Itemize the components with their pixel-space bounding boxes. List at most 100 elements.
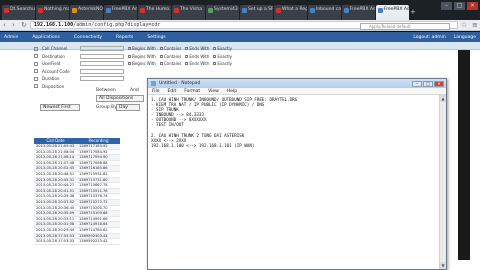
- match-option[interactable]: Ends With: [185, 54, 209, 59]
- match-option[interactable]: Contains: [159, 61, 181, 66]
- nav-language[interactable]: Language: [454, 35, 476, 40]
- tab-label: What a Reg: [282, 7, 307, 12]
- match-label: Begins With: [132, 61, 156, 67]
- browser-tab[interactable]: The Humo..: [138, 5, 171, 20]
- call-date-cell: 2013-05-28 21:09:43: [36, 144, 75, 148]
- filter-input[interactable]: [80, 68, 124, 74]
- tab-label: The Visha: [180, 7, 202, 12]
- recording-cell: 1369714918.64: [79, 222, 108, 227]
- browser-tab[interactable]: Inbound ca: [308, 5, 341, 20]
- match-label: Contains: [163, 53, 182, 59]
- match-option[interactable]: Begins With: [128, 46, 156, 51]
- tab-favicon-icon: [38, 8, 43, 13]
- notepad-titlebar[interactable]: Untitled - Notepad – □ ×: [148, 79, 446, 88]
- filter-input[interactable]: [80, 46, 124, 52]
- radio-icon: [213, 54, 217, 58]
- order-select[interactable]: Newest First: [40, 104, 80, 111]
- forward-icon[interactable]: ›: [12, 21, 18, 29]
- group-by-select[interactable]: Day: [116, 104, 140, 111]
- nav-admin[interactable]: Admin: [4, 35, 18, 40]
- call-date-cell: 2013-05-28 20:33:11: [36, 216, 75, 221]
- match-option[interactable]: Exactly: [213, 46, 232, 51]
- menu-file[interactable]: File: [152, 89, 160, 94]
- nav-applications[interactable]: Applications: [32, 35, 60, 40]
- tab-favicon-icon: [208, 8, 213, 13]
- browser-tab[interactable]: The Visha: [172, 5, 205, 20]
- tab-favicon-icon: [242, 8, 247, 13]
- match-option[interactable]: Exactly: [213, 61, 232, 66]
- radio-icon: [159, 54, 163, 58]
- between-label: Between: [96, 88, 116, 93]
- tab-favicon-icon: [276, 8, 281, 13]
- filter-checkbox[interactable]: [34, 84, 38, 89]
- search-input[interactable]: Apply/Reload default: [360, 23, 450, 30]
- nav-reports[interactable]: Reports: [116, 35, 133, 40]
- match-option[interactable]: Contains: [159, 46, 181, 51]
- recording-cell: 1369717094.90: [79, 155, 108, 160]
- match-option[interactable]: Begins With: [128, 54, 156, 59]
- match-option[interactable]: Ends With: [185, 61, 209, 66]
- menu-edit[interactable]: Edit: [168, 89, 177, 94]
- filter-checkbox[interactable]: [34, 46, 38, 51]
- match-option[interactable]: Contains: [159, 53, 182, 59]
- table-row: 2013-05-28 17:53:33 1369592213.42: [34, 239, 120, 245]
- browser-tab[interactable]: What a Reg: [274, 5, 307, 20]
- tab-favicon-icon: [310, 8, 315, 13]
- filter-checkbox[interactable]: [34, 76, 38, 81]
- maximize-icon[interactable]: □: [454, 2, 465, 10]
- match-option[interactable]: Ends With: [185, 46, 209, 51]
- new-tab-icon[interactable]: +: [410, 8, 420, 20]
- menu-view[interactable]: View: [208, 89, 219, 94]
- notepad-scrollbar[interactable]: ▲ ▼: [439, 95, 446, 269]
- tab-label: Nothing ma: [44, 7, 69, 12]
- browser-tab[interactable]: Nothing ma: [36, 5, 69, 20]
- call-date-cell: 2013-05-28 20:44:27: [36, 183, 75, 188]
- browser-tab[interactable]: Dt.Searchu: [2, 5, 35, 20]
- scroll-up-icon[interactable]: ▲: [440, 95, 446, 102]
- nav-settings[interactable]: Settings: [147, 35, 165, 40]
- notepad-text-area[interactable]: 1. CAU HINH TRUNK/ INBOUND/ OUTBOUND SIP…: [148, 95, 439, 269]
- reload-icon[interactable]: ↻: [21, 21, 27, 29]
- match-option[interactable]: Begins With: [128, 61, 156, 66]
- filter-input[interactable]: [80, 61, 124, 67]
- filter-checkbox[interactable]: [34, 54, 38, 59]
- match-label: Ends With: [189, 61, 210, 67]
- call-date-cell: 2013-05-28 20:48:51: [36, 171, 75, 176]
- minimize-icon[interactable]: –: [441, 2, 452, 10]
- filter-input[interactable]: [80, 76, 124, 82]
- browser-tab[interactable]: Set up a SP: [240, 5, 273, 20]
- browser-tab[interactable]: FreePBX Ad: [376, 5, 409, 20]
- filter-label: Destination: [42, 53, 65, 59]
- recording-cell: 1369717183.92: [79, 144, 108, 148]
- nav-connectivity[interactable]: Connectivity: [74, 35, 102, 40]
- filter-row: Call Channel Begins With Contains Ends With…: [34, 45, 354, 53]
- filter-checkbox[interactable]: [34, 61, 38, 66]
- browser-tab[interactable]: AsteriskNO: [70, 5, 103, 20]
- tab-label: Set up a SP: [248, 7, 273, 12]
- scroll-down-icon[interactable]: ▼: [440, 262, 446, 269]
- menu-format[interactable]: Format: [184, 89, 200, 94]
- radio-icon: [185, 47, 189, 51]
- filter-label: Call Channel: [42, 46, 68, 52]
- filter-input[interactable]: [80, 53, 124, 59]
- menu-help[interactable]: Help: [227, 89, 237, 94]
- filter-label: Account Code: [42, 68, 70, 74]
- tab-favicon-icon: [174, 8, 179, 13]
- browser-tab[interactable]: FreePBX Ad: [342, 5, 375, 20]
- star-icon[interactable]: ☆: [461, 21, 469, 29]
- close-icon[interactable]: ×: [467, 2, 478, 10]
- tab-favicon-icon: [140, 8, 145, 13]
- menu-icon[interactable]: ≡: [472, 21, 480, 29]
- disposition-select[interactable]: All Dispositions: [96, 95, 144, 102]
- call-date-cell: 2013-05-28 20:39:36: [36, 194, 75, 199]
- filter-checkbox[interactable]: [34, 69, 38, 74]
- browser-tab[interactable]: Systemi43: [206, 5, 239, 20]
- browser-tab[interactable]: FreePBX Ad: [104, 5, 137, 20]
- recording-cell: 1369714991.66: [79, 216, 108, 221]
- notepad-minimize-icon[interactable]: –: [412, 80, 422, 87]
- notepad-maximize-icon[interactable]: □: [423, 80, 433, 87]
- notepad-close-icon[interactable]: ×: [434, 80, 444, 87]
- back-icon[interactable]: ‹: [3, 21, 9, 29]
- match-option[interactable]: Exactly: [213, 54, 232, 59]
- nav-logout[interactable]: Logout: admin: [413, 35, 445, 40]
